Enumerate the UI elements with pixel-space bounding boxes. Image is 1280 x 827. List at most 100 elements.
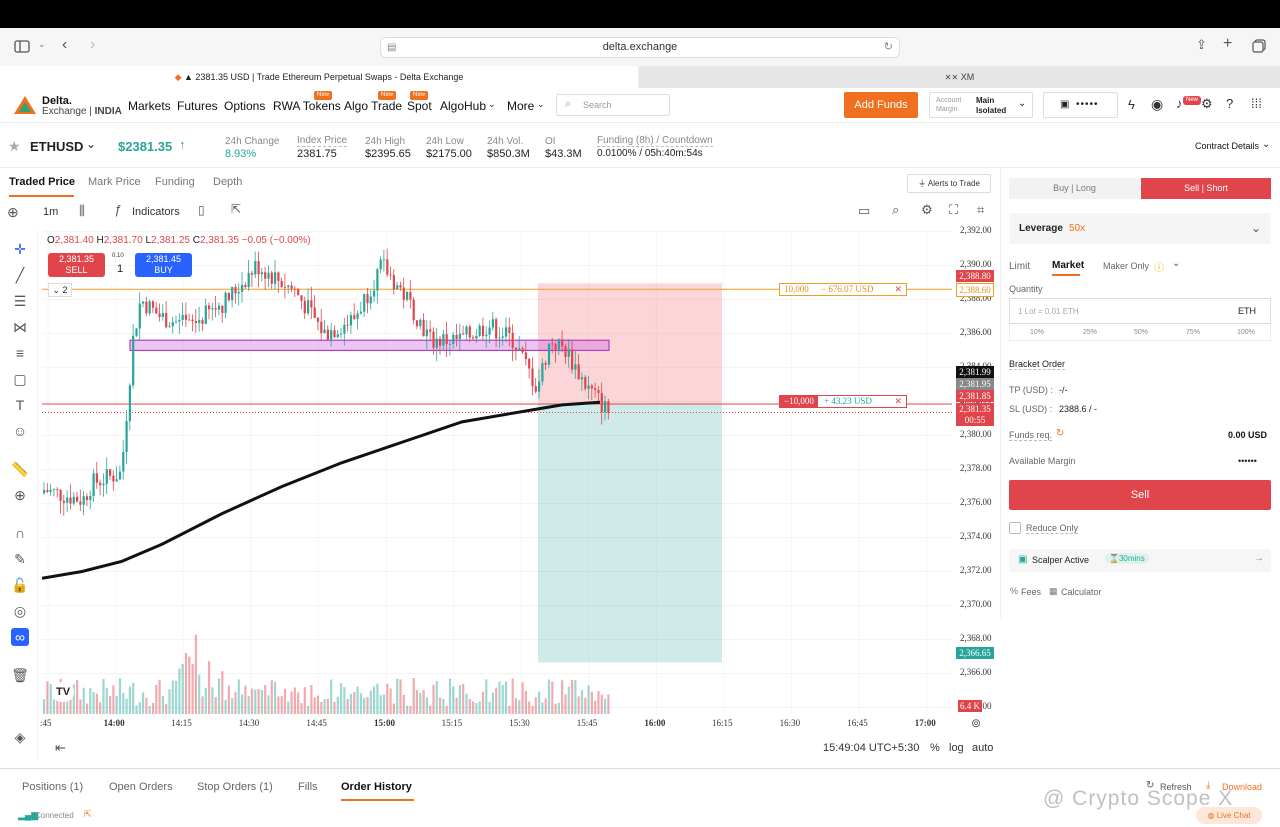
nav-rwa-tokens[interactable]: RWA Tokens	[273, 99, 341, 113]
indicators-icon[interactable]: ƒ	[114, 202, 121, 217]
chevron-down-icon[interactable]: ⌄	[38, 39, 46, 50]
contract-details-link[interactable]: Contract Details	[1195, 141, 1259, 151]
nav-futures[interactable]: Futures	[177, 99, 218, 113]
position-tag[interactable]: −10,000 + 43.23 USD ✕	[779, 395, 907, 408]
quantity-input[interactable]: 1 Lot = 0.01 ETH ETH	[1009, 298, 1271, 324]
alerts-to-trade-button[interactable]: ⏚ Alerts to Trade	[907, 174, 991, 193]
nav-markets[interactable]: Markets	[128, 99, 171, 113]
share-icon[interactable]: ⇪	[1196, 37, 1207, 53]
axis-settings-icon[interactable]: ⊚	[971, 716, 981, 730]
browser-tab-xm[interactable]: ✕✕ XM	[639, 66, 1280, 88]
order-type-market[interactable]: Market	[1052, 260, 1084, 271]
tp-value[interactable]: -/-	[1059, 385, 1068, 395]
new-tab-icon[interactable]: +	[1223, 35, 1232, 53]
leverage-selector[interactable]: Leverage 50x ⌄	[1009, 213, 1271, 244]
tab-positions[interactable]: Positions (1)	[22, 781, 83, 793]
auto-toggle[interactable]: auto	[972, 742, 993, 754]
search-input[interactable]: Search	[583, 100, 612, 110]
tab-order-history[interactable]: Order History	[341, 781, 412, 793]
buy-long-tab[interactable]: Buy | Long	[1009, 178, 1140, 199]
chevron-down-icon[interactable]: ⌄	[86, 137, 96, 151]
add-symbol-icon[interactable]: ⊕	[7, 204, 19, 221]
settings-icon[interactable]: ⚙	[921, 202, 933, 218]
trendline-icon[interactable]: ╱	[11, 266, 29, 284]
nav-algo-trade[interactable]: Algo Trade	[344, 99, 402, 113]
fullscreen-icon[interactable]: ⛶	[949, 202, 958, 218]
sl-value[interactable]: 2388.6 / -	[1059, 404, 1097, 414]
template-icon[interactable]: ▯	[198, 203, 205, 217]
link-icon[interactable]: ∞	[11, 628, 29, 646]
tp-order-tag[interactable]: 10,000 − 676.07 USD ✕	[779, 283, 907, 296]
text-icon[interactable]: T	[11, 396, 29, 414]
refresh-icon[interactable]: ↻	[1056, 428, 1064, 439]
percent-option[interactable]: 10%	[1030, 329, 1044, 336]
address-bar[interactable]: ▤ delta.exchange ↻	[380, 37, 900, 58]
order-type-limit[interactable]: Limit	[1009, 261, 1030, 272]
help-icon[interactable]: ?	[1226, 96, 1233, 111]
fib-icon[interactable]: ≡	[11, 344, 29, 362]
fees-link[interactable]: Fees	[1021, 587, 1041, 597]
calculator-link[interactable]: Calculator	[1061, 587, 1102, 597]
tabs-overview-icon[interactable]	[1252, 39, 1266, 53]
account-margin-select[interactable]: Account Margin Main Isolated ⌄	[929, 92, 1033, 118]
indicators-button[interactable]: Indicators	[132, 206, 180, 218]
nav-spot[interactable]: Spot	[407, 99, 432, 113]
add-funds-button[interactable]: Add Funds	[844, 92, 918, 118]
pattern-icon[interactable]: ⋈	[11, 318, 29, 336]
browser-tab-delta[interactable]: ◆ ▲ 2381.35 USD | Trade Ethereum Perpetu…	[0, 66, 638, 88]
date-range-icon[interactable]: ⇤	[55, 740, 66, 756]
rectangle-icon[interactable]: ▢	[11, 370, 29, 388]
quick-sell-button[interactable]: 2,381.35 SELL	[48, 253, 105, 277]
tab-stop-orders[interactable]: Stop Orders (1)	[197, 781, 273, 793]
nav-more[interactable]: More	[507, 99, 534, 113]
log-toggle[interactable]: log	[949, 742, 964, 754]
tab-open-orders[interactable]: Open Orders	[109, 781, 173, 793]
zoom-in-icon[interactable]: ⊕	[11, 486, 29, 504]
user-icon[interactable]: ◉	[1151, 96, 1163, 113]
price-chart[interactable]	[41, 228, 952, 716]
close-icon[interactable]: ✕	[894, 284, 902, 295]
apps-grid-icon[interactable]: ⁞⁞⁞	[1251, 96, 1262, 111]
search-box[interactable]: ⌕ Search	[556, 94, 670, 116]
star-icon[interactable]: ★	[8, 138, 21, 155]
wallet-balance[interactable]: ▣ •••••	[1043, 92, 1118, 118]
emoji-icon[interactable]: ☺	[11, 422, 29, 440]
horizontal-lines-icon[interactable]: ☰	[11, 292, 29, 310]
candle-type-icon[interactable]: ⫼	[79, 203, 85, 219]
percent-option[interactable]: 50%	[1134, 329, 1148, 336]
live-chat-button[interactable]: ◍ Live Chat	[1196, 807, 1262, 824]
quick-qty[interactable]: 1	[117, 263, 123, 275]
layout-icon[interactable]: ▭	[858, 203, 870, 219]
screenshot-icon[interactable]: ⌗	[977, 202, 984, 218]
bracket-order-label[interactable]: Bracket Order	[1009, 359, 1066, 370]
symbol-selector[interactable]: ETHUSD	[30, 139, 83, 154]
tab-depth[interactable]: Depth	[213, 176, 242, 188]
order-type-maker-only[interactable]: Maker Only	[1103, 261, 1149, 271]
crosshair-icon[interactable]: ✛	[11, 240, 29, 258]
delta-logo-icon[interactable]	[13, 95, 37, 115]
quantity-unit[interactable]: ETH	[1238, 306, 1256, 316]
close-icon[interactable]: ✕	[894, 396, 902, 407]
tab-traded-price[interactable]: Traded Price	[9, 176, 75, 188]
tab-mark-price[interactable]: Mark Price	[88, 176, 141, 188]
bell-icon[interactable]: ♪	[1176, 96, 1183, 111]
reload-icon[interactable]: ↻	[884, 38, 893, 57]
gear-icon[interactable]: ⚙	[1201, 96, 1213, 112]
chevron-down-icon[interactable]: ⌄	[1172, 258, 1180, 269]
sell-button[interactable]: Sell	[1009, 480, 1271, 510]
sidebar-toggle-icon[interactable]	[14, 40, 30, 53]
zoom-icon[interactable]: ⌕	[892, 202, 899, 218]
external-link-icon[interactable]: ⇱	[84, 809, 92, 820]
interval-selector[interactable]: 1m	[43, 206, 58, 218]
forward-icon[interactable]: ›	[90, 36, 95, 54]
layers-icon[interactable]: ◈	[11, 728, 29, 746]
nav-algohub[interactable]: AlgoHub	[440, 99, 486, 113]
popout-icon[interactable]: ⇱	[231, 202, 241, 216]
magnet-icon[interactable]: ∩	[11, 524, 29, 542]
nav-options[interactable]: Options	[224, 99, 265, 113]
tab-fills[interactable]: Fills	[298, 781, 318, 793]
eye-icon[interactable]: ◎	[11, 602, 29, 620]
ruler-icon[interactable]: 📏	[11, 460, 29, 478]
percent-option[interactable]: 25%	[1083, 329, 1097, 336]
back-icon[interactable]: ‹	[62, 36, 67, 54]
